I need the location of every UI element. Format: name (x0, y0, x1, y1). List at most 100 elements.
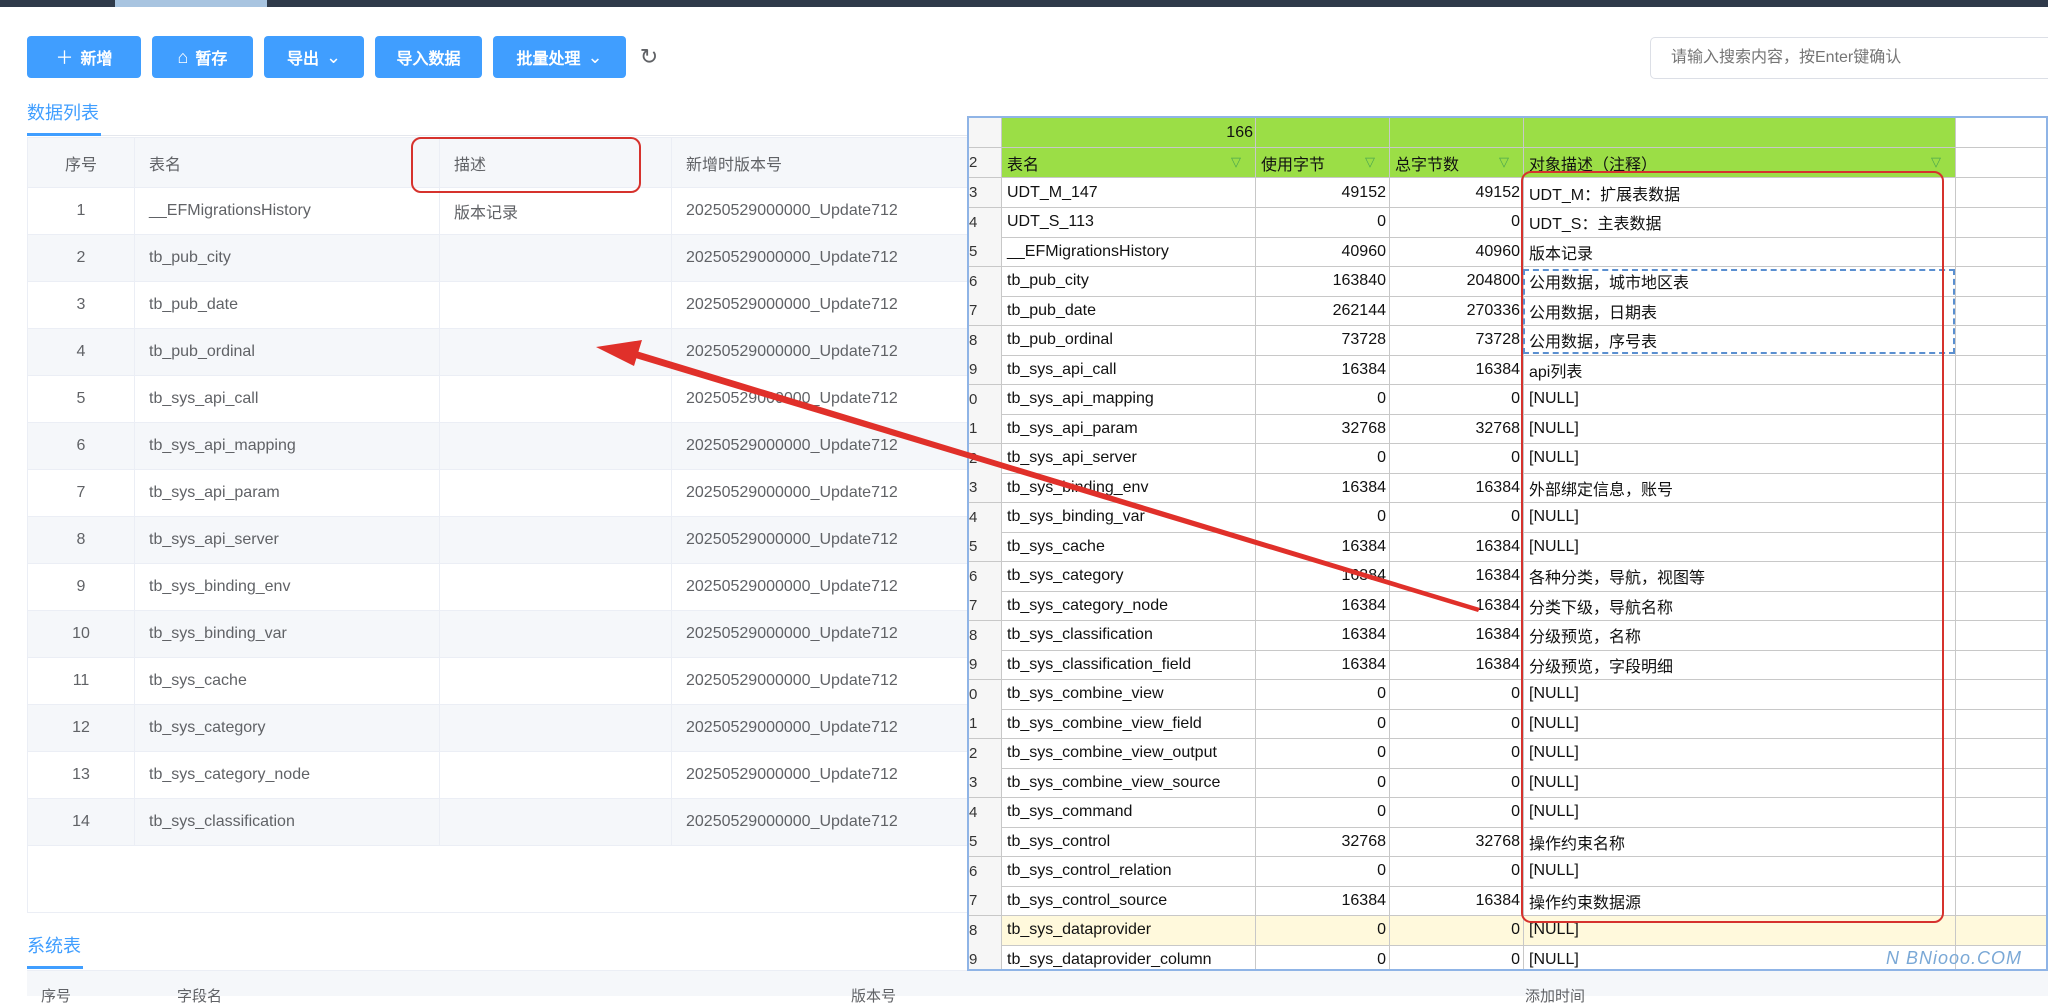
cell-total-bytes[interactable]: 0 (1390, 207, 1524, 238)
cell-table-name[interactable]: tb_sys_classification (1002, 620, 1256, 651)
cell-table-name[interactable]: tb_sys_category_node (1002, 591, 1256, 621)
cell-used-bytes[interactable]: 0 (1256, 443, 1390, 474)
cell-total-bytes[interactable]: 204800 (1390, 266, 1524, 297)
spreadsheet-cell[interactable] (1956, 768, 2046, 798)
cell-used-bytes[interactable]: 0 (1256, 856, 1390, 887)
export-button[interactable]: 导出 ⌄ (264, 36, 364, 78)
column-header-used-bytes[interactable]: 使用字节 ▽ (1256, 148, 1390, 178)
spreadsheet-cell[interactable] (1956, 296, 2046, 326)
cell-used-bytes[interactable]: 0 (1256, 945, 1390, 969)
spreadsheet-cell[interactable] (1956, 444, 2046, 474)
save-draft-button[interactable]: ⌂ 暂存 (152, 36, 253, 78)
row-number[interactable]: 2 (969, 738, 1002, 769)
cell-total-bytes[interactable]: 0 (1390, 443, 1524, 474)
table-row[interactable]: 13 tb_sys_category_node 20250529000000_Upd… (28, 752, 1028, 799)
cell-table-name[interactable]: tb_sys_binding_var (1002, 502, 1256, 533)
column-header-table-name[interactable]: 表名 ▽ (1002, 148, 1256, 178)
cell-used-bytes[interactable]: 16384 (1256, 355, 1390, 385)
spreadsheet-cell[interactable] (1956, 237, 2046, 267)
cell-table-name[interactable]: tb_sys_cache (1002, 532, 1256, 562)
row-number[interactable]: 9 (969, 355, 1002, 385)
row-number[interactable]: 3 (969, 768, 1002, 798)
refresh-icon[interactable]: ↻ (636, 44, 662, 70)
cell-table-name[interactable]: tb_sys_binding_env (1002, 473, 1256, 503)
cell-table-name[interactable]: tb_sys_api_param (1002, 414, 1256, 444)
cell-total-bytes[interactable]: 0 (1390, 502, 1524, 533)
cell-table-name[interactable]: tb_sys_api_server (1002, 443, 1256, 474)
spreadsheet-cell[interactable] (1956, 650, 2046, 680)
cell-used-bytes[interactable]: 0 (1256, 207, 1390, 238)
filter-icon[interactable]: ▽ (1499, 155, 1515, 169)
column-header-table-name[interactable]: 表名 (135, 138, 440, 187)
cell-used-bytes[interactable]: 32768 (1256, 827, 1390, 857)
cell-table-name[interactable]: tb_pub_city (1002, 266, 1256, 297)
table-row[interactable]: 8 tb_sys_api_server 20250529000000_Update7… (28, 517, 1028, 564)
cell-table-name[interactable]: tb_sys_api_call (1002, 355, 1256, 385)
cell-used-bytes[interactable]: 0 (1256, 709, 1390, 739)
row-number[interactable]: 8 (969, 325, 1002, 356)
spreadsheet-cell[interactable] (1956, 178, 2046, 208)
cell-total-bytes[interactable]: 0 (1390, 945, 1524, 969)
row-number[interactable]: 8 (969, 620, 1002, 651)
spreadsheet-cell[interactable] (1956, 414, 2046, 444)
cell-total-bytes[interactable]: 16384 (1390, 473, 1524, 503)
table-row[interactable]: 10 tb_sys_binding_var 20250529000000_Updat… (28, 611, 1028, 658)
spreadsheet-cell[interactable] (1956, 915, 2046, 946)
new-button[interactable]: ＋新增 (27, 36, 141, 78)
table-row[interactable]: 11 tb_sys_cache 20250529000000_Update712 (28, 658, 1028, 705)
row-number[interactable]: 8 (969, 915, 1002, 946)
import-data-button[interactable]: 导入数据 (375, 36, 482, 78)
table-row[interactable]: 9 tb_sys_binding_env 20250529000000_Update… (28, 564, 1028, 611)
cell-table-name[interactable]: tb_sys_category (1002, 561, 1256, 592)
row-number[interactable]: 7 (969, 296, 1002, 326)
cell-total-bytes[interactable]: 0 (1390, 856, 1524, 887)
spreadsheet-cell[interactable] (1524, 118, 1956, 148)
row-number[interactable]: 7 (969, 591, 1002, 621)
cell-total-bytes[interactable]: 16384 (1390, 886, 1524, 916)
cell-total-bytes[interactable]: 16384 (1390, 355, 1524, 385)
batch-process-button[interactable]: 批量处理 ⌄ (493, 36, 626, 78)
row-number[interactable]: 3 (969, 473, 1002, 503)
row-number[interactable]: 1 (969, 414, 1002, 444)
table-row[interactable]: 5 tb_sys_api_call 20250529000000_Update712 (28, 376, 1028, 423)
table-row[interactable]: 12 tb_sys_category 20250529000000_Update71… (28, 705, 1028, 752)
cell-total-bytes[interactable]: 49152 (1390, 178, 1524, 208)
cell-table-name[interactable]: tb_sys_dataprovider (1002, 915, 1256, 946)
cell-used-bytes[interactable]: 40960 (1256, 237, 1390, 267)
spreadsheet-cell[interactable] (1956, 562, 2046, 592)
cell-total-bytes[interactable]: 73728 (1390, 325, 1524, 356)
spreadsheet-cell[interactable] (1956, 503, 2046, 533)
spreadsheet-cell[interactable] (1956, 857, 2046, 887)
cell-used-bytes[interactable]: 16384 (1256, 620, 1390, 651)
cell-table-name[interactable]: tb_sys_control (1002, 827, 1256, 857)
cell-total-bytes[interactable]: 0 (1390, 709, 1524, 739)
cell-table-name[interactable]: UDT_M_147 (1002, 178, 1256, 208)
row-number[interactable]: 0 (969, 384, 1002, 415)
spreadsheet-cell[interactable] (1956, 798, 2046, 828)
spreadsheet-cell[interactable] (1956, 267, 2046, 297)
cell-total-bytes[interactable]: 0 (1390, 915, 1524, 946)
cell-table-name[interactable]: tb_sys_api_mapping (1002, 384, 1256, 415)
row-number[interactable]: 7 (969, 886, 1002, 916)
cell-used-bytes[interactable]: 32768 (1256, 414, 1390, 444)
spreadsheet-cell[interactable] (1956, 886, 2046, 916)
cell-used-bytes[interactable]: 73728 (1256, 325, 1390, 356)
cell-total-bytes[interactable]: 40960 (1390, 237, 1524, 267)
cell-table-name[interactable]: tb_sys_control_source (1002, 886, 1256, 916)
cell-total-bytes[interactable]: 0 (1390, 679, 1524, 710)
cell-table-name[interactable]: tb_sys_classification_field (1002, 650, 1256, 680)
table-row[interactable]: 2 tb_pub_city 20250529000000_Update712 (28, 235, 1028, 282)
cell-total-bytes[interactable]: 16384 (1390, 561, 1524, 592)
row-number[interactable]: 1 (969, 709, 1002, 739)
cell-total-bytes[interactable]: 270336 (1390, 296, 1524, 326)
spreadsheet-cell[interactable] (1956, 326, 2046, 356)
cell-table-name[interactable]: tb_sys_combine_view_field (1002, 709, 1256, 739)
spreadsheet-cell[interactable] (1956, 385, 2046, 415)
cell-used-bytes[interactable]: 16384 (1256, 591, 1390, 621)
row-number[interactable]: 6 (969, 856, 1002, 887)
spreadsheet-cell[interactable] (1256, 118, 1390, 148)
spreadsheet-cell[interactable] (1956, 532, 2046, 562)
cell-used-bytes[interactable]: 0 (1256, 384, 1390, 415)
filter-icon[interactable]: ▽ (1365, 155, 1381, 169)
row-number[interactable]: 9 (969, 650, 1002, 680)
